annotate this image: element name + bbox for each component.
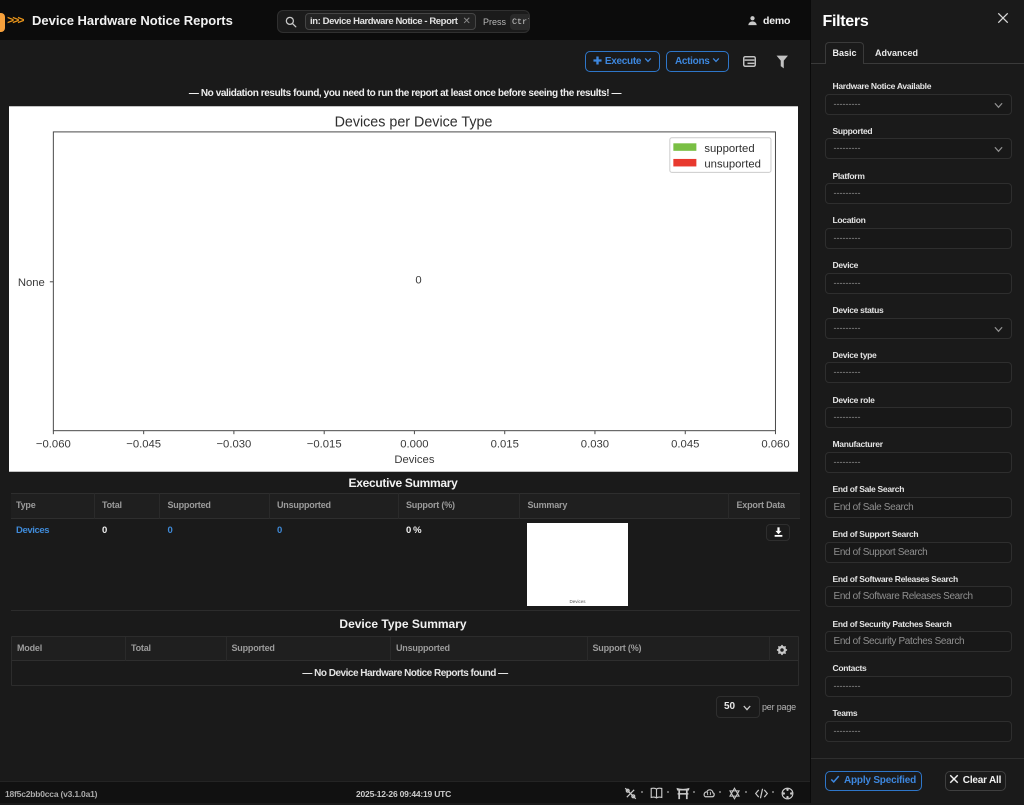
svg-text:0.000: 0.000 — [400, 439, 428, 451]
svg-text:0.030: 0.030 — [581, 439, 609, 451]
svg-text:0: 0 — [415, 274, 421, 286]
svg-text:0.060: 0.060 — [761, 439, 789, 451]
svg-text:0.015: 0.015 — [491, 439, 519, 451]
svg-text:Devices per Device Type: Devices per Device Type — [335, 114, 493, 130]
svg-text:Devices: Devices — [394, 454, 435, 466]
svg-text:−0.030: −0.030 — [216, 439, 251, 451]
svg-text:−0.045: −0.045 — [126, 439, 161, 451]
svg-text:None: None — [18, 277, 45, 289]
svg-text:unsuported: unsuported — [704, 158, 761, 170]
svg-text:−0.060: −0.060 — [36, 439, 71, 451]
svg-text:−0.015: −0.015 — [307, 439, 342, 451]
svg-text:0.045: 0.045 — [671, 439, 699, 451]
svg-text:supported: supported — [704, 143, 754, 155]
